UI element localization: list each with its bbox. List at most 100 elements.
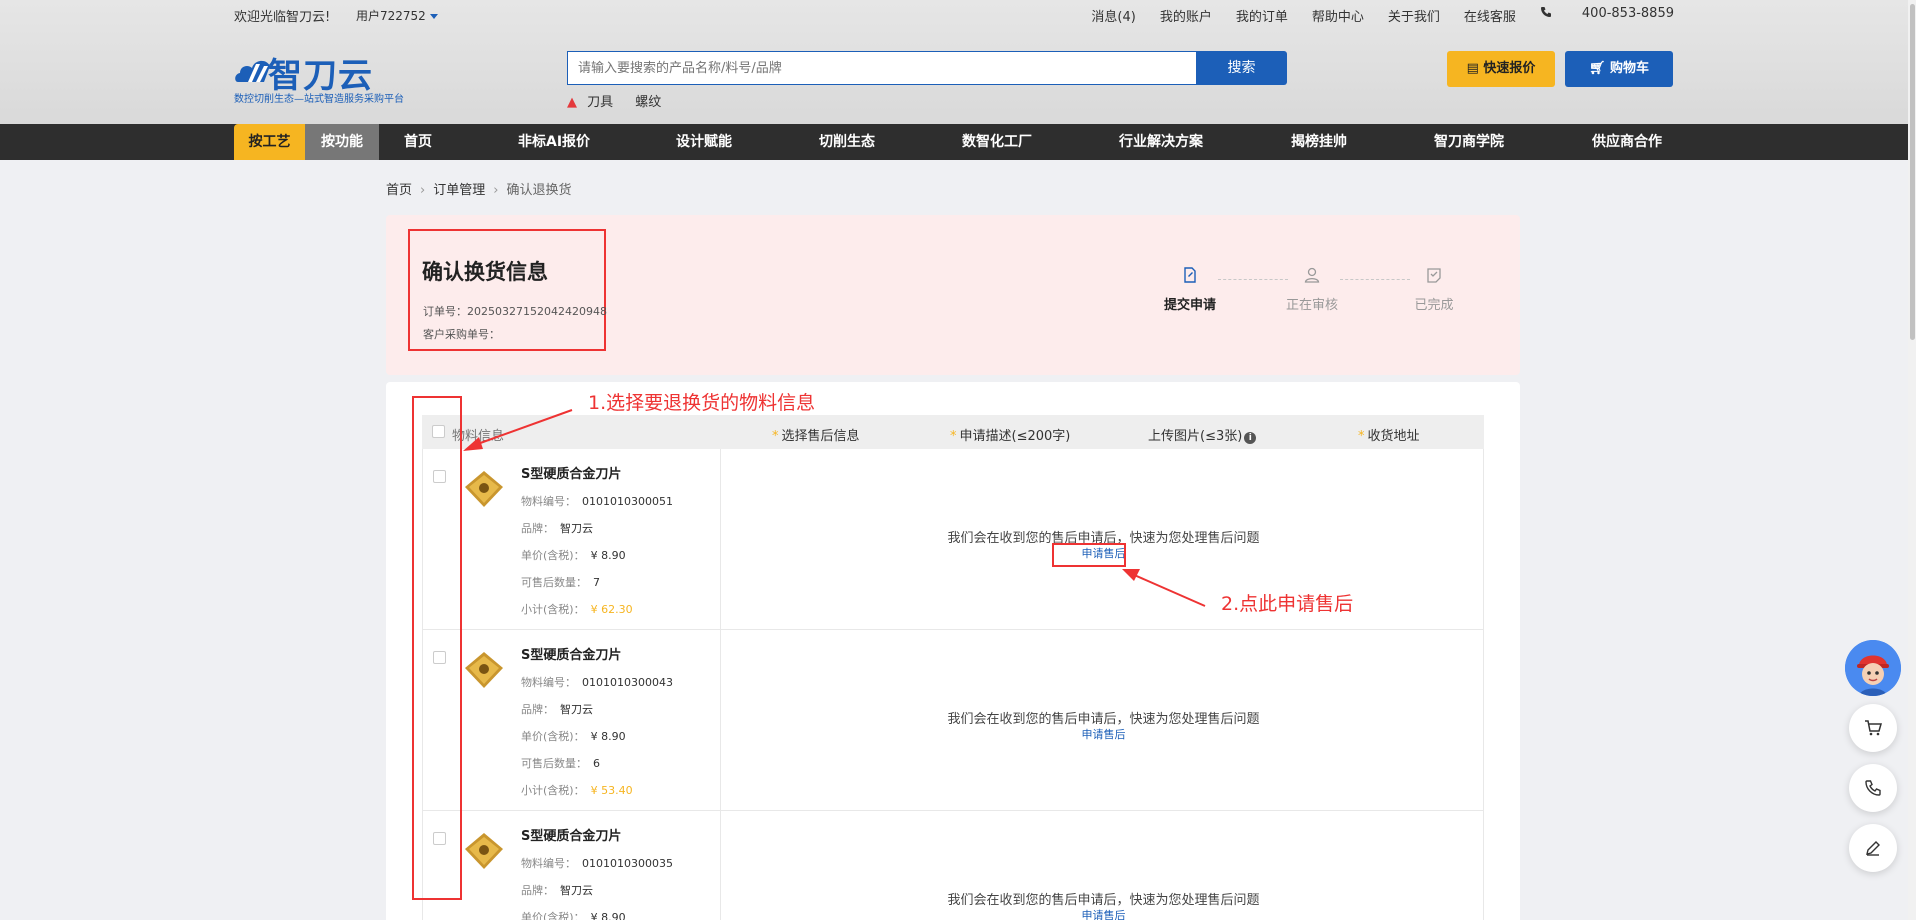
step-review: 正在审核: [1272, 262, 1352, 313]
annotation-box-apply: [1052, 543, 1126, 567]
chevron-right-icon: ›: [493, 183, 499, 198]
available-qty: 可售后数量： 6: [521, 757, 600, 770]
header-after-sale: * 选择售后信息: [772, 429, 860, 444]
product-name: S型硬质合金刀片: [521, 467, 622, 482]
brand: 品牌： 智刀云: [521, 522, 593, 535]
step-submit: 提交申请: [1150, 262, 1230, 313]
product-name: S型硬质合金刀片: [521, 829, 622, 844]
brand: 品牌： 智刀云: [521, 703, 593, 716]
header-description: * 申请描述(≤200字): [950, 429, 1071, 444]
phone-icon: [1540, 7, 1551, 17]
tab-by-function[interactable]: 按功能: [305, 124, 379, 160]
material-cell: S型硬质合金刀片 物料编号： 0101010300051 品牌： 智刀云 单价(含税…: [423, 449, 721, 630]
search-bar: 搜索: [567, 51, 1287, 85]
search-input[interactable]: [567, 51, 1197, 85]
fire-icon: ▲: [567, 95, 577, 110]
phone-icon: [1865, 780, 1881, 796]
nav-item-home[interactable]: 首页: [404, 124, 432, 160]
caret-down-icon: [429, 14, 438, 19]
insert-thumbnail: [465, 471, 503, 507]
material-code: 物料编号： 0101010300035: [521, 857, 673, 870]
welcome-text: 欢迎光临智刀云!: [234, 10, 331, 25]
link-online-service[interactable]: 在线客服: [1464, 6, 1516, 25]
breadcrumb: 首页 › 订单管理 › 确认退换货: [386, 179, 571, 198]
hot-keyword[interactable]: 刀具: [587, 95, 613, 110]
after-sale-notice: 我们会在收到您的售后申请后，快速为您处理售后问题: [947, 893, 1260, 908]
nav-item-digital-factory[interactable]: 数智化工厂: [962, 124, 1032, 160]
nav-item-cutting[interactable]: 切削生态: [819, 124, 875, 160]
nav-item-suppliers[interactable]: 供应商合作: [1592, 124, 1662, 160]
product-name: S型硬质合金刀片: [521, 648, 622, 663]
site-header: 欢迎光临智刀云! 用户722752 消息(4) 我的账户 我的订单 帮助中心 关…: [0, 0, 1916, 124]
brand: 品牌： 智刀云: [521, 884, 593, 897]
insert-thumbnail: [465, 652, 503, 688]
assistant-face-icon: [1845, 640, 1901, 696]
unit-price: 单价(含税)： ¥ 8.90: [521, 911, 626, 920]
customer-po-number: 客户采购单号：: [423, 328, 500, 341]
link-my-account[interactable]: 我的账户: [1160, 6, 1212, 25]
assistant-avatar[interactable]: [1845, 640, 1901, 696]
note-check-icon: [1427, 268, 1441, 283]
hot-keyword[interactable]: 螺纹: [635, 95, 661, 110]
material-code: 物料编号： 0101010300051: [521, 495, 673, 508]
nav-item-design[interactable]: 设计赋能: [676, 124, 732, 160]
annotation-box-checkboxes: [412, 396, 462, 900]
link-help-center[interactable]: 帮助中心: [1312, 6, 1364, 25]
breadcrumb-home[interactable]: 首页: [386, 183, 412, 198]
nav-item-ai-quote[interactable]: 非标AI报价: [518, 124, 590, 160]
annotation-step2: 2.点此申请售后: [1221, 593, 1354, 615]
tab-by-process[interactable]: 按工艺: [234, 124, 305, 160]
progress-steps: 提交申请 正在审核 已完成: [1150, 262, 1470, 322]
header-upload: 上传图片(≤3张) i: [1148, 425, 1257, 444]
after-sale-notice: 我们会在收到您的售后申请后，快速为您处理售后问题: [947, 712, 1260, 727]
apply-after-sale-link[interactable]: 申请售后: [722, 726, 1485, 742]
link-about-us[interactable]: 关于我们: [1388, 6, 1440, 25]
unit-price: 单价(含税)： ¥ 8.90: [521, 730, 626, 743]
main-nav: 按工艺 按功能 首页 非标AI报价 设计赋能 切削生态 数智化工厂 行业解决方案…: [0, 124, 1916, 160]
header-address: * 收货地址: [1358, 429, 1420, 444]
user-menu[interactable]: 用户722752: [356, 7, 438, 24]
cart-button[interactable]: 🛒︎ 购物车: [1565, 51, 1673, 87]
nav-item-challenge[interactable]: 揭榜挂帅: [1291, 124, 1347, 160]
float-phone-button[interactable]: [1849, 764, 1897, 812]
chevron-right-icon: ›: [420, 183, 426, 198]
link-messages[interactable]: 消息(4): [1091, 6, 1135, 25]
table-row: S型硬质合金刀片 物料编号： 0101010300043 品牌： 智刀云 单价(含税…: [422, 630, 1484, 811]
nav-item-academy[interactable]: 智刀商学院: [1434, 124, 1504, 160]
logo-slogan: 数控切削生态—站式智造服务采购平台: [234, 94, 404, 105]
breadcrumb-orders[interactable]: 订单管理: [433, 183, 485, 198]
quick-quote-button[interactable]: ▤ 快速报价: [1447, 51, 1555, 87]
edit-icon: [1866, 841, 1880, 856]
quote-icon: ▤: [1466, 61, 1484, 76]
table-row: S型硬质合金刀片 物料编号： 0101010300035 品牌： 智刀云 单价(含税…: [422, 811, 1484, 920]
scrollbar-thumb[interactable]: [1910, 4, 1915, 340]
document-edit-icon: [1184, 267, 1196, 283]
float-cart-button[interactable]: [1849, 704, 1897, 752]
site-logo[interactable]: 智刀云 数控切削生态—站式智造服务采购平台: [234, 48, 414, 105]
user-icon: [1304, 267, 1320, 283]
table-header: 物料信息 * 选择售后信息 * 申请描述(≤200字) 上传图片(≤3张) i * 收货…: [422, 415, 1484, 449]
step-complete: 已完成: [1394, 262, 1474, 313]
exchange-info-panel: 提交申请 正在审核 已完成: [386, 215, 1520, 375]
available-qty: 可售后数量： 7: [521, 576, 600, 589]
top-links: 消息(4) 我的账户 我的订单 帮助中心 关于我们 在线客服 400-853-8…: [1067, 6, 1674, 25]
apply-after-sale-link[interactable]: 申请售后: [722, 907, 1485, 920]
search-button[interactable]: 搜索: [1196, 51, 1287, 85]
material-code: 物料编号： 0101010300043: [521, 676, 673, 689]
page-title: 确认换货信息: [422, 260, 548, 284]
subtotal: 小计(含税)： ¥ 62.30: [521, 603, 633, 616]
phone-number[interactable]: 400-853-8859: [1540, 6, 1674, 25]
cart-icon: 🛒︎: [1588, 61, 1610, 76]
float-feedback-button[interactable]: [1849, 824, 1897, 872]
unit-price: 单价(含税)： ¥ 8.90: [521, 549, 626, 562]
subtotal: 小计(含税)： ¥ 53.40: [521, 784, 633, 797]
info-icon[interactable]: i: [1244, 432, 1257, 444]
order-number: 订单号：20250327152042420948: [423, 305, 607, 318]
link-my-orders[interactable]: 我的订单: [1236, 6, 1288, 25]
nav-item-solutions[interactable]: 行业解决方案: [1119, 124, 1203, 160]
annotation-step1: 1.选择要退换货的物料信息: [588, 392, 816, 414]
material-cell: S型硬质合金刀片 物料编号： 0101010300043 品牌： 智刀云 单价(含税…: [423, 630, 721, 811]
hot-keywords: ▲ 刀具 螺纹: [567, 91, 679, 110]
breadcrumb-current: 确认退换货: [506, 183, 572, 198]
top-bar: 欢迎光临智刀云! 用户722752 消息(4) 我的账户 我的订单 帮助中心 关…: [234, 0, 1674, 28]
